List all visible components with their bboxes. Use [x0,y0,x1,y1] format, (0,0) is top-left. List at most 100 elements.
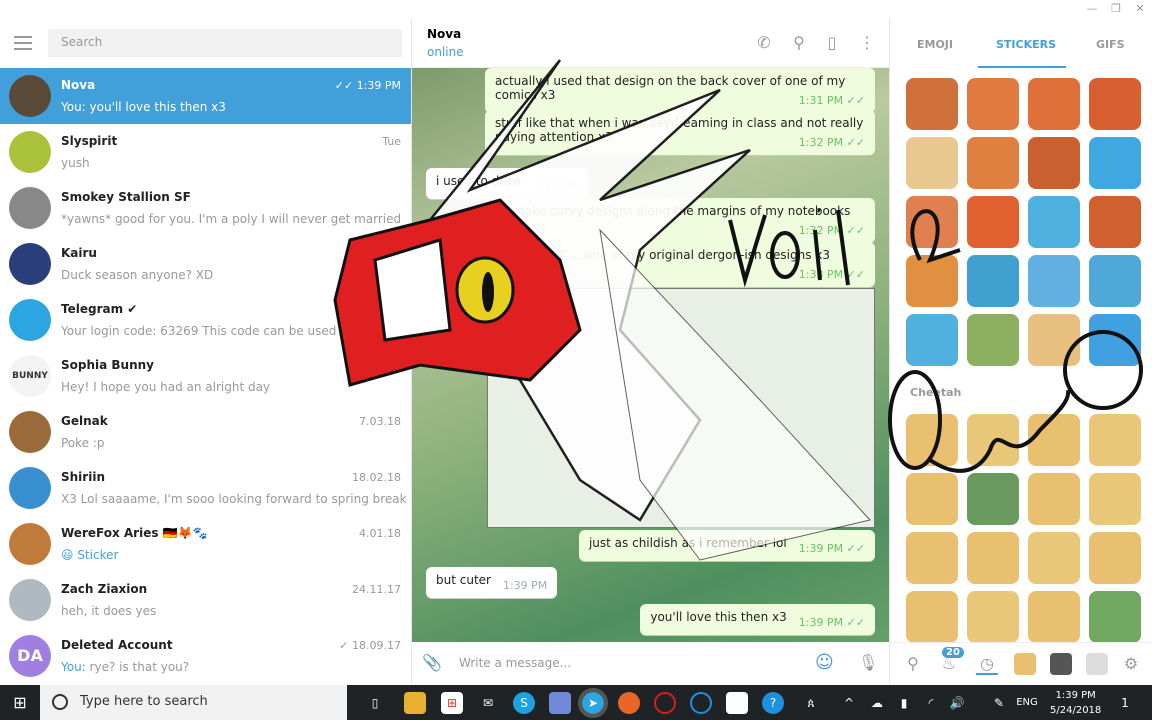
emoji-icon[interactable]: ☺ [815,654,834,672]
chat-list-item[interactable]: Telegram ✔ Your login code: 63269 This c… [0,292,411,348]
clock[interactable]: 1:39 PM 5/24/2018 [1050,688,1101,718]
sticker-cheetah[interactable] [967,414,1019,466]
video-editor-icon[interactable] [726,692,748,714]
sticker[interactable] [1028,255,1080,307]
sticker-cheetah[interactable] [1028,591,1080,643]
taskbar-search[interactable]: Type here to search [40,685,347,720]
sticker[interactable] [1089,78,1141,130]
phone-icon[interactable]: ✆ [755,34,773,52]
sticker[interactable] [967,314,1019,366]
wifi-icon[interactable]: ◜ [920,692,942,714]
sticker[interactable] [1089,255,1141,307]
chat-title[interactable]: Nova [427,27,461,41]
sticker[interactable] [1028,137,1080,189]
sticker[interactable] [1089,137,1141,189]
hamburger-menu-icon[interactable] [14,36,32,50]
maximize-button[interactable]: ❐ [1104,0,1128,18]
store-icon[interactable]: ⊞ [441,692,463,714]
discord-icon[interactable] [549,692,571,714]
tab-emoji[interactable]: EMOJI [917,38,953,51]
skype-icon[interactable]: S [513,692,535,714]
microphone-icon[interactable]: 🎙 [858,654,878,672]
action-center-icon[interactable]: 1 [1114,692,1136,714]
sticker-cheetah[interactable] [1028,414,1080,466]
outgoing-message[interactable]: so i can still ... one of my original de… [485,242,875,287]
sticker[interactable] [1089,314,1141,366]
attach-icon[interactable]: 📎 [422,654,442,672]
search-icon[interactable]: ⚲ [902,653,924,675]
firefox-icon[interactable] [618,692,640,714]
sticker[interactable] [1028,314,1080,366]
windows-start-icon[interactable]: ⊞ [9,692,31,714]
battery-icon[interactable]: ▮ [893,692,915,714]
sticker[interactable] [967,78,1019,130]
chat-list-item[interactable]: Slyspirit yush Tue [0,124,411,180]
chat-list-item[interactable]: Nova You: you'll love this then x3 ✓✓ 1:… [0,68,411,124]
sticker[interactable] [1089,196,1141,248]
chat-list-item[interactable]: WereFox Aries 🇩🇪🦊🐾 😃 Sticker 4.01.18 [0,516,411,572]
sticker-cheetah[interactable] [1089,532,1141,584]
outgoing-message[interactable]: actually i used that design on the back … [485,68,875,113]
sticker-cheetah[interactable] [967,473,1019,525]
chat-list-item[interactable]: Gelnak Poke :p 7.03.18 [0,404,411,460]
sticker-cheetah[interactable] [1028,532,1080,584]
onedrive-icon[interactable]: ☁ [866,692,888,714]
app-icon-red[interactable] [654,692,676,714]
chat-list-item[interactable]: Zach Ziaxion heh, it does yes 24.11.17 [0,572,411,628]
sticker[interactable] [906,314,958,366]
outgoing-message[interactable]: i'd make curvy designs along the margins… [485,198,875,243]
incoming-message[interactable]: but cuter 1:39 PM [426,567,558,598]
people-icon[interactable]: ጰ [800,692,822,714]
message-input[interactable]: Write a message... [459,656,571,670]
sticker-cheetah[interactable] [906,414,958,466]
minimize-button[interactable]: — [1080,0,1104,18]
help-icon[interactable]: ? [762,692,784,714]
search-input[interactable]: Search [48,29,402,57]
sticker-cheetah[interactable] [1089,414,1141,466]
incoming-message[interactable]: i used to draw 1:32 PM [426,168,588,199]
tab-stickers[interactable]: STICKERS [996,38,1056,51]
outgoing-message[interactable]: you'll love this then x3 1:39 PM ✓✓ [640,604,875,635]
sticker[interactable] [906,255,958,307]
app-icon-blue[interactable] [690,692,712,714]
sticker-cheetah[interactable] [906,532,958,584]
outgoing-message[interactable]: stuff like that when i was daydreaming i… [485,110,875,155]
volume-icon[interactable]: 🔊 [946,692,968,714]
sticker-cheetah[interactable] [967,532,1019,584]
chat-list-item[interactable]: DA Deleted Account You: rye? is that you… [0,628,411,684]
more-menu-icon[interactable]: ⋮ [858,34,876,52]
sticker[interactable] [967,137,1019,189]
sticker[interactable] [1028,196,1080,248]
tab-gifs[interactable]: GIFS [1096,38,1125,51]
chat-list-item[interactable]: BUNNY Sophia Bunny Hey! I hope you had a… [0,348,411,404]
sticker[interactable] [906,78,958,130]
language-indicator[interactable]: ENG [1016,692,1038,714]
search-icon[interactable]: ⚲ [790,34,808,52]
sticker-cheetah[interactable] [906,591,958,643]
sticker[interactable] [906,196,958,248]
sticker-set-2[interactable] [1050,653,1072,675]
sticker[interactable] [967,255,1019,307]
mail-icon[interactable]: ✉ [477,692,499,714]
close-button[interactable]: ✕ [1128,0,1152,18]
sticker-cheetah[interactable] [967,591,1019,643]
sticker-cheetah[interactable] [1089,591,1141,643]
telegram-icon[interactable]: ➤ [578,688,608,718]
outgoing-message[interactable]: just as childish as i remember lol 1:39 P… [578,530,875,561]
sticker-cheetah[interactable] [906,473,958,525]
sticker-cheetah[interactable] [1028,473,1080,525]
task-view-icon[interactable]: ▯ [364,692,386,714]
sticker[interactable] [906,137,958,189]
pen-icon[interactable]: ✎ [988,692,1010,714]
file-explorer-icon[interactable] [404,692,426,714]
sticker-set-cheetah[interactable] [1014,653,1036,675]
show-hidden-icons[interactable]: ^ [838,692,860,714]
chat-list-item[interactable]: Shiriin X3 Lol saaaame, I'm sooo looking… [0,460,411,516]
sticker-cheetah[interactable] [1089,473,1141,525]
recent-icon[interactable]: ◷ [976,653,998,675]
chat-list-item[interactable]: Kairu Duck season anyone? XD [0,236,411,292]
sidebar-toggle-icon[interactable]: ▯ [823,34,841,52]
sticker-set-3[interactable] [1086,653,1108,675]
settings-gear-icon[interactable]: ⚙ [1120,653,1142,675]
sticker[interactable] [967,196,1019,248]
